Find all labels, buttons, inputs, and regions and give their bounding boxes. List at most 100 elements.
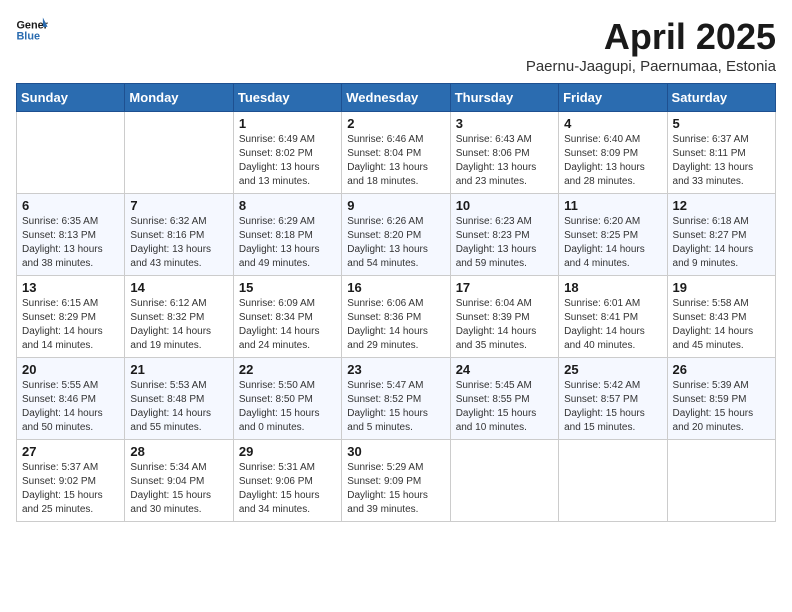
weekday-header-row: SundayMondayTuesdayWednesdayThursdayFrid…	[17, 84, 776, 112]
day-info: Sunrise: 5:31 AMSunset: 9:06 PMDaylight:…	[239, 461, 336, 517]
calendar-table: SundayMondayTuesdayWednesdayThursdayFrid…	[16, 83, 776, 522]
day-info: Sunrise: 5:55 AMSunset: 8:46 PMDaylight:…	[22, 379, 119, 435]
day-info: Sunrise: 6:12 AMSunset: 8:32 PMDaylight:…	[130, 297, 227, 353]
calendar-cell: 29 Sunrise: 5:31 AMSunset: 9:06 PMDayligh…	[233, 440, 341, 522]
day-info: Sunrise: 6:01 AMSunset: 8:41 PMDaylight:…	[564, 297, 661, 353]
calendar-week-row: 27Sunrise: 5:37 AMSunset: 9:02 PMDayligh…	[17, 440, 776, 522]
calendar-week-row: 20 Sunrise: 5:55 AMSunset: 8:46 PMDayligh…	[17, 358, 776, 440]
page-header: General Blue April 2025 Paernu-Jaagupi, …	[16, 16, 776, 75]
calendar-cell: 4 Sunrise: 6:40 AMSunset: 8:09 PMDaylight…	[559, 112, 667, 194]
day-number: 6	[22, 198, 119, 213]
logo-icon: General Blue	[16, 16, 48, 44]
day-number: 2	[347, 116, 444, 131]
day-number: 5	[673, 116, 770, 131]
calendar-cell	[450, 440, 558, 522]
day-number: 20	[22, 362, 119, 377]
calendar-cell: 24 Sunrise: 5:45 AMSunset: 8:55 PMDayligh…	[450, 358, 558, 440]
day-info: Sunrise: 6:49 AMSunset: 8:02 PMDaylight:…	[239, 133, 336, 189]
day-info: Sunrise: 6:32 AMSunset: 8:16 PMDaylight:…	[130, 215, 227, 271]
calendar-cell: 5 Sunrise: 6:37 AMSunset: 8:11 PMDaylight…	[667, 112, 775, 194]
calendar-cell: 10 Sunrise: 6:23 AMSunset: 8:23 PMDayligh…	[450, 194, 558, 276]
day-info: Sunrise: 5:42 AMSunset: 8:57 PMDaylight:…	[564, 379, 661, 435]
day-info: Sunrise: 5:39 AMSunset: 8:59 PMDaylight:…	[673, 379, 770, 435]
day-number: 1	[239, 116, 336, 131]
day-number: 28	[130, 444, 227, 459]
day-info: Sunrise: 6:06 AMSunset: 8:36 PMDaylight:…	[347, 297, 444, 353]
day-number: 15	[239, 280, 336, 295]
weekday-header: Thursday	[450, 84, 558, 112]
logo: General Blue	[16, 16, 48, 44]
day-info: Sunrise: 5:37 AMSunset: 9:02 PMDaylight:…	[22, 461, 119, 517]
weekday-header: Monday	[125, 84, 233, 112]
day-info: Sunrise: 5:34 AMSunset: 9:04 PMDaylight:…	[130, 461, 227, 517]
day-number: 29	[239, 444, 336, 459]
day-number: 11	[564, 198, 661, 213]
calendar-week-row: 6 Sunrise: 6:35 AMSunset: 8:13 PMDaylight…	[17, 194, 776, 276]
calendar-cell: 9Sunrise: 6:26 AMSunset: 8:20 PMDaylight…	[342, 194, 450, 276]
day-number: 19	[673, 280, 770, 295]
calendar-cell: 23Sunrise: 5:47 AMSunset: 8:52 PMDayligh…	[342, 358, 450, 440]
day-number: 17	[456, 280, 553, 295]
day-number: 3	[456, 116, 553, 131]
calendar-cell: 13 Sunrise: 6:15 AMSunset: 8:29 PMDayligh…	[17, 276, 125, 358]
day-number: 16	[347, 280, 444, 295]
calendar-cell: 19 Sunrise: 5:58 AMSunset: 8:43 PMDayligh…	[667, 276, 775, 358]
calendar-cell	[125, 112, 233, 194]
calendar-cell: 27Sunrise: 5:37 AMSunset: 9:02 PMDayligh…	[17, 440, 125, 522]
day-number: 24	[456, 362, 553, 377]
calendar-cell: 22 Sunrise: 5:50 AMSunset: 8:50 PMDayligh…	[233, 358, 341, 440]
day-info: Sunrise: 6:04 AMSunset: 8:39 PMDaylight:…	[456, 297, 553, 353]
calendar-cell	[17, 112, 125, 194]
day-info: Sunrise: 5:45 AMSunset: 8:55 PMDaylight:…	[456, 379, 553, 435]
day-number: 8	[239, 198, 336, 213]
day-number: 10	[456, 198, 553, 213]
calendar-cell: 26 Sunrise: 5:39 AMSunset: 8:59 PMDayligh…	[667, 358, 775, 440]
day-info: Sunrise: 6:09 AMSunset: 8:34 PMDaylight:…	[239, 297, 336, 353]
day-info: Sunrise: 6:46 AMSunset: 8:04 PMDaylight:…	[347, 133, 444, 189]
weekday-header: Wednesday	[342, 84, 450, 112]
day-info: Sunrise: 6:40 AMSunset: 8:09 PMDaylight:…	[564, 133, 661, 189]
calendar-cell: 21Sunrise: 5:53 AMSunset: 8:48 PMDayligh…	[125, 358, 233, 440]
day-info: Sunrise: 6:15 AMSunset: 8:29 PMDaylight:…	[22, 297, 119, 353]
calendar-cell: 2 Sunrise: 6:46 AMSunset: 8:04 PMDaylight…	[342, 112, 450, 194]
day-number: 14	[130, 280, 227, 295]
day-info: Sunrise: 5:29 AMSunset: 9:09 PMDaylight:…	[347, 461, 444, 517]
calendar-cell: 6 Sunrise: 6:35 AMSunset: 8:13 PMDaylight…	[17, 194, 125, 276]
calendar-cell: 25 Sunrise: 5:42 AMSunset: 8:57 PMDayligh…	[559, 358, 667, 440]
calendar-cell: 7Sunrise: 6:32 AMSunset: 8:16 PMDaylight…	[125, 194, 233, 276]
day-info: Sunrise: 6:35 AMSunset: 8:13 PMDaylight:…	[22, 215, 119, 271]
day-info: Sunrise: 6:23 AMSunset: 8:23 PMDaylight:…	[456, 215, 553, 271]
title-block: April 2025 Paernu-Jaagupi, Paernumaa, Es…	[526, 16, 776, 75]
day-info: Sunrise: 5:50 AMSunset: 8:50 PMDaylight:…	[239, 379, 336, 435]
calendar-cell: 14 Sunrise: 6:12 AMSunset: 8:32 PMDayligh…	[125, 276, 233, 358]
calendar-cell: 15 Sunrise: 6:09 AMSunset: 8:34 PMDayligh…	[233, 276, 341, 358]
day-number: 26	[673, 362, 770, 377]
day-info: Sunrise: 6:37 AMSunset: 8:11 PMDaylight:…	[673, 133, 770, 189]
weekday-header: Saturday	[667, 84, 775, 112]
calendar-title: April 2025	[526, 16, 776, 58]
calendar-cell: 12 Sunrise: 6:18 AMSunset: 8:27 PMDayligh…	[667, 194, 775, 276]
day-number: 30	[347, 444, 444, 459]
svg-text:Blue: Blue	[16, 30, 40, 42]
day-info: Sunrise: 5:58 AMSunset: 8:43 PMDaylight:…	[673, 297, 770, 353]
day-info: Sunrise: 6:20 AMSunset: 8:25 PMDaylight:…	[564, 215, 661, 271]
weekday-header: Friday	[559, 84, 667, 112]
day-info: Sunrise: 6:18 AMSunset: 8:27 PMDaylight:…	[673, 215, 770, 271]
day-number: 13	[22, 280, 119, 295]
day-info: Sunrise: 5:53 AMSunset: 8:48 PMDaylight:…	[130, 379, 227, 435]
calendar-cell: 17 Sunrise: 6:04 AMSunset: 8:39 PMDayligh…	[450, 276, 558, 358]
calendar-cell: 20 Sunrise: 5:55 AMSunset: 8:46 PMDayligh…	[17, 358, 125, 440]
calendar-week-row: 1 Sunrise: 6:49 AMSunset: 8:02 PMDaylight…	[17, 112, 776, 194]
day-number: 22	[239, 362, 336, 377]
weekday-header: Sunday	[17, 84, 125, 112]
day-number: 25	[564, 362, 661, 377]
day-number: 12	[673, 198, 770, 213]
calendar-cell	[667, 440, 775, 522]
calendar-cell: 1 Sunrise: 6:49 AMSunset: 8:02 PMDaylight…	[233, 112, 341, 194]
day-info: Sunrise: 6:29 AMSunset: 8:18 PMDaylight:…	[239, 215, 336, 271]
calendar-cell: 16 Sunrise: 6:06 AMSunset: 8:36 PMDayligh…	[342, 276, 450, 358]
day-number: 18	[564, 280, 661, 295]
weekday-header: Tuesday	[233, 84, 341, 112]
day-number: 4	[564, 116, 661, 131]
day-info: Sunrise: 5:47 AMSunset: 8:52 PMDaylight:…	[347, 379, 444, 435]
